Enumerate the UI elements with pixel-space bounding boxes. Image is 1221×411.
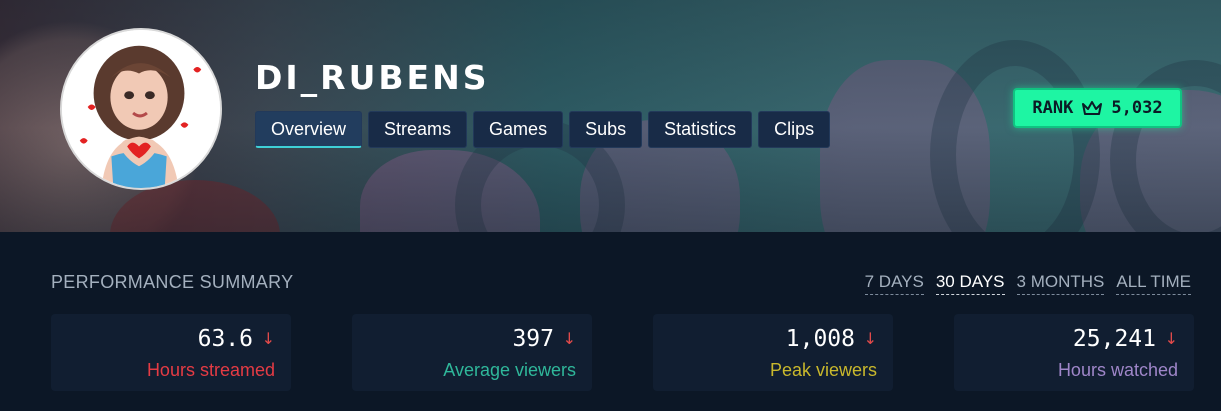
avatar[interactable] [60,28,222,190]
rank-badge[interactable]: RANK 5,032 [1013,88,1182,128]
banner-art [820,60,990,232]
performance-summary: PERFORMANCE SUMMARY 7 DAYS 30 DAYS 3 MON… [0,232,1221,411]
banner-art [360,150,540,232]
range-30-days[interactable]: 30 DAYS [935,272,1005,295]
stat-value: 1,008 [785,326,855,352]
rank-value: 5,032 [1111,98,1163,118]
stat-card-hours-streamed: 63.6 ↓ Hours streamed [51,314,291,391]
range-7-days[interactable]: 7 DAYS [864,272,924,295]
time-range-selector: 7 DAYS 30 DAYS 3 MONTHS ALL TIME [864,272,1191,295]
stat-value: 397 [512,326,554,352]
tab-games[interactable]: Games [473,111,564,148]
tab-subs[interactable]: Subs [569,111,643,148]
stat-card-peak-viewers: 1,008 ↓ Peak viewers [653,314,893,391]
stat-card-hours-watched: 25,241 ↓ Hours watched [954,314,1194,391]
stat-label: Hours watched [1057,360,1178,380]
rank-label: RANK [1032,98,1074,118]
banner-art [1110,60,1221,232]
stat-label: Peak viewers [769,360,877,380]
trend-down-icon: ↓ [562,329,576,348]
trend-down-icon: ↓ [1164,329,1178,348]
section-title: PERFORMANCE SUMMARY [51,272,294,292]
tab-statistics[interactable]: Statistics [648,111,753,148]
stat-value: 63.6 [197,326,253,352]
stats-row: 63.6 ↓ Hours streamed 397 ↓ Average view… [51,314,1194,391]
tab-overview[interactable]: Overview [255,111,363,148]
channel-tabs: Overview Streams Games Subs Statistics C… [255,111,831,148]
stat-label: Average viewers [443,360,576,380]
stat-value: 25,241 [1072,326,1156,352]
stat-card-average-viewers: 397 ↓ Average viewers [352,314,592,391]
range-all-time[interactable]: ALL TIME [1116,272,1191,295]
crown-icon [1082,101,1103,115]
trend-down-icon: ↓ [261,329,275,348]
tab-streams[interactable]: Streams [368,111,468,148]
channel-name: DI_RUBENS [255,58,490,97]
trend-down-icon: ↓ [863,329,877,348]
stat-label: Hours streamed [146,360,275,380]
banner-art [930,40,1100,232]
range-3-months[interactable]: 3 MONTHS [1016,272,1105,295]
tab-clips[interactable]: Clips [758,111,831,148]
avatar-illustration [62,30,220,188]
